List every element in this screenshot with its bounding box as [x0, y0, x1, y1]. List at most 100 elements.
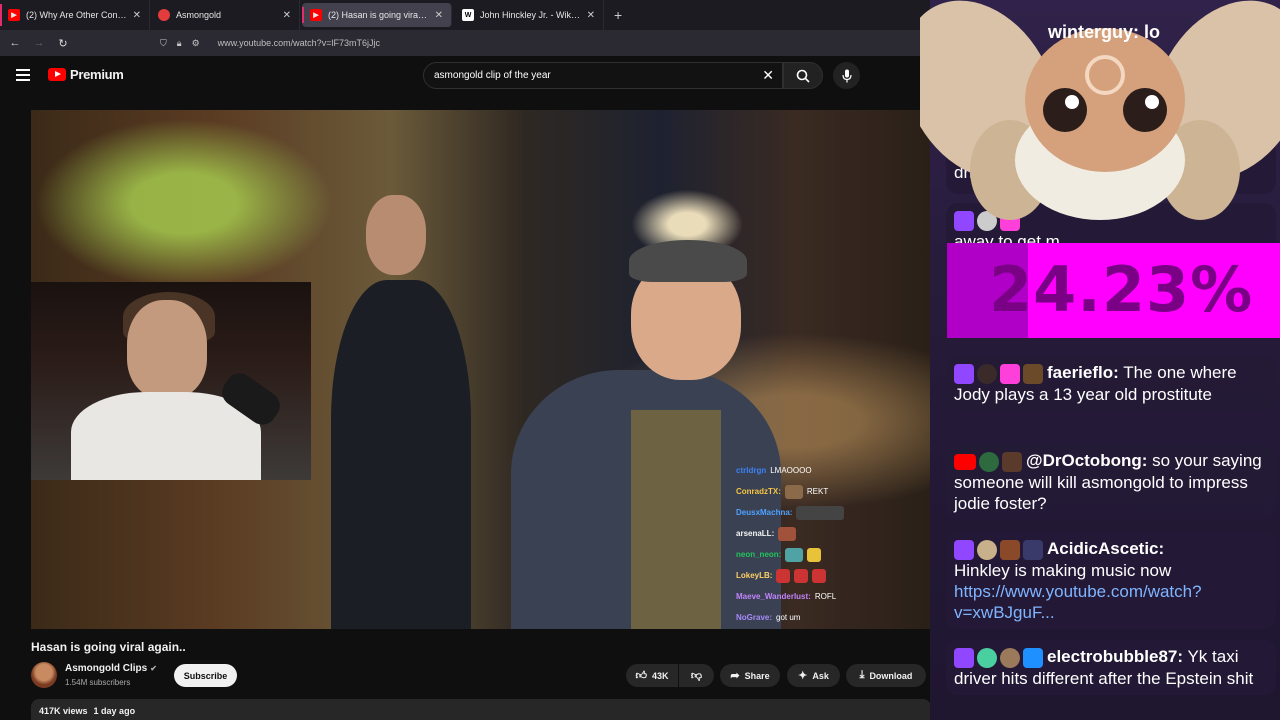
channel-name[interactable]: Asmongold Clips ✔: [65, 663, 157, 674]
browser-tab-1[interactable]: ▶ (2) Why Are Other Content Cre... ✕: [0, 0, 150, 30]
clear-search-icon[interactable]: ✕: [762, 67, 774, 84]
browser-tab-2[interactable]: Asmongold ✕: [150, 0, 300, 30]
overlay-top-message: winterguy: lo: [1048, 22, 1160, 42]
forward-icon[interactable]: →: [32, 37, 46, 49]
permissions-icon[interactable]: ⚙: [192, 38, 200, 49]
address-bar: ← → ↻ ⛉ 🔒︎ ⚙ www.youtube.com/watch?v=lF7…: [0, 30, 930, 56]
chat-text: Hinkley is making music now: [954, 560, 1172, 580]
chat-line: ctrldrgn LMAOOOO: [736, 460, 930, 481]
emote-icon: [778, 526, 797, 541]
percentage-value: 24.23%: [989, 253, 1254, 326]
chat-message: REKT: [806, 486, 829, 496]
chat-line: arsenaLL:: [736, 523, 930, 544]
video-chat-overlay: ctrldrgn LMAOOOO ConradzTX: REKT DeusxMach…: [736, 460, 930, 628]
user-badge-icon: [1002, 451, 1022, 472]
close-tab-icon[interactable]: ✕: [435, 10, 443, 21]
emote-icon: [785, 547, 804, 562]
emote-icon: [784, 484, 803, 499]
logo-text: Premium: [70, 67, 124, 82]
chat-user: LokeyLB:: [736, 570, 773, 580]
streamer-webcam: [31, 282, 311, 480]
user-badge-icon: [1023, 363, 1043, 384]
user-avatar-icon: [977, 647, 997, 668]
back-icon[interactable]: ←: [8, 37, 22, 49]
video-title: Hasan is going viral again..: [31, 640, 186, 654]
close-tab-icon[interactable]: ✕: [587, 10, 595, 21]
wikipedia-favicon-icon: W: [462, 9, 474, 21]
download-button[interactable]: ⤓ Download: [846, 664, 926, 687]
search-input[interactable]: asmongold clip of the year ✕: [423, 62, 783, 89]
twitch-badge-icon: [954, 363, 974, 384]
chat-username: electrobubble87:: [1047, 647, 1184, 666]
chat-line: Maeve_Wanderlust: ROFL: [736, 586, 930, 607]
microphone-icon: [841, 69, 852, 82]
close-tab-icon[interactable]: ✕: [133, 10, 141, 21]
emote-icon: [776, 568, 791, 583]
view-count: 417K views: [39, 706, 88, 716]
asmongold-favicon-icon: [158, 9, 170, 21]
flat-cap: [629, 240, 747, 282]
new-tab-icon[interactable]: +: [604, 7, 632, 23]
search-icon: [796, 69, 810, 83]
chat-line: NoGrave: got um: [736, 607, 930, 628]
chat-user: neon_neon:: [736, 549, 782, 559]
badge-group: [954, 539, 1043, 560]
user-badge-icon: [1000, 647, 1020, 668]
browser-tab-4[interactable]: W John Hinckley Jr. - Wikipedia ✕: [454, 0, 604, 30]
thumbs-down-icon: 👎︎: [690, 670, 703, 682]
user-badge-icon: [1023, 539, 1043, 560]
chat-message: LMAOOOO: [770, 465, 812, 475]
thumbs-up-icon: 👍︎: [635, 670, 647, 682]
ask-button[interactable]: ✦ Ask: [787, 664, 840, 687]
tab-indicator: [302, 7, 304, 23]
youtube-logo[interactable]: Premium: [48, 67, 124, 82]
share-button[interactable]: ➦ Share: [720, 664, 780, 687]
menu-icon[interactable]: [16, 69, 30, 81]
browser-tab-bar: ▶ (2) Why Are Other Content Cre... ✕ Asm…: [0, 0, 930, 30]
subscribe-button[interactable]: Subscribe: [174, 664, 237, 687]
description-box[interactable]: 417K views 1 day ago: [31, 699, 931, 720]
search-button[interactable]: [783, 62, 823, 89]
chat-line: neon_neon:: [736, 544, 930, 565]
chat-username: faerieflo:: [1047, 363, 1119, 382]
badge-group: [954, 451, 1022, 472]
share-label: Share: [744, 670, 770, 681]
close-tab-icon[interactable]: ✕: [283, 10, 291, 21]
subscriber-count: 1.54M subscribers: [65, 678, 131, 687]
badge-group: [954, 647, 1043, 668]
chat-username: @DrOctobong:: [1026, 451, 1148, 470]
url-text[interactable]: www.youtube.com/watch?v=lF73mT6jJjc: [218, 38, 380, 48]
chat-message: ROFL: [814, 591, 837, 601]
user-badge-icon: [977, 539, 997, 560]
youtube-play-icon: [48, 68, 66, 81]
youtube-favicon-icon: ▶: [310, 9, 322, 21]
chat-user: ConradzTX:: [736, 486, 781, 496]
tab-title: (2) Why Are Other Content Cre...: [26, 10, 127, 20]
chat-card: electrobubble87: Yk taxi driver hits dif…: [946, 640, 1276, 695]
person-head: [366, 195, 426, 275]
diamond-badge-icon: [1000, 363, 1020, 384]
share-icon: ➦: [730, 670, 740, 682]
lock-icon[interactable]: 🔒︎: [177, 38, 182, 49]
chat-username: AcidicAscetic:: [1047, 539, 1165, 558]
tab-title: (2) Hasan is going viral again...: [328, 10, 429, 20]
reload-icon[interactable]: ↻: [56, 37, 70, 50]
twitch-badge-icon: [954, 539, 974, 560]
webcam-face: [127, 300, 207, 398]
person-silhouette: [331, 280, 471, 629]
video-player[interactable]: ctrldrgn LMAOOOO ConradzTX: REKT DeusxMach…: [31, 110, 930, 629]
dislike-button[interactable]: 👎︎: [679, 664, 714, 687]
like-button[interactable]: 👍︎ 43K: [626, 664, 678, 687]
chat-user: NoGrave:: [736, 612, 773, 622]
emote-icon: [812, 568, 827, 583]
shield-icon[interactable]: ⛉: [160, 38, 167, 49]
browser-tab-3[interactable]: ▶ (2) Hasan is going viral again... ✕: [302, 3, 452, 27]
voice-search-button[interactable]: [833, 62, 860, 89]
like-count: 43K: [651, 670, 669, 681]
channel-avatar[interactable]: [31, 662, 57, 688]
emote-icon: [807, 547, 822, 562]
chat-link[interactable]: https://www.youtube.com/watch?v=xwBJguF.…: [954, 582, 1202, 622]
chat-line: LokeyLB:: [736, 565, 930, 586]
tab-title: John Hinckley Jr. - Wikipedia: [480, 10, 581, 20]
user-badge-icon: [1000, 539, 1020, 560]
